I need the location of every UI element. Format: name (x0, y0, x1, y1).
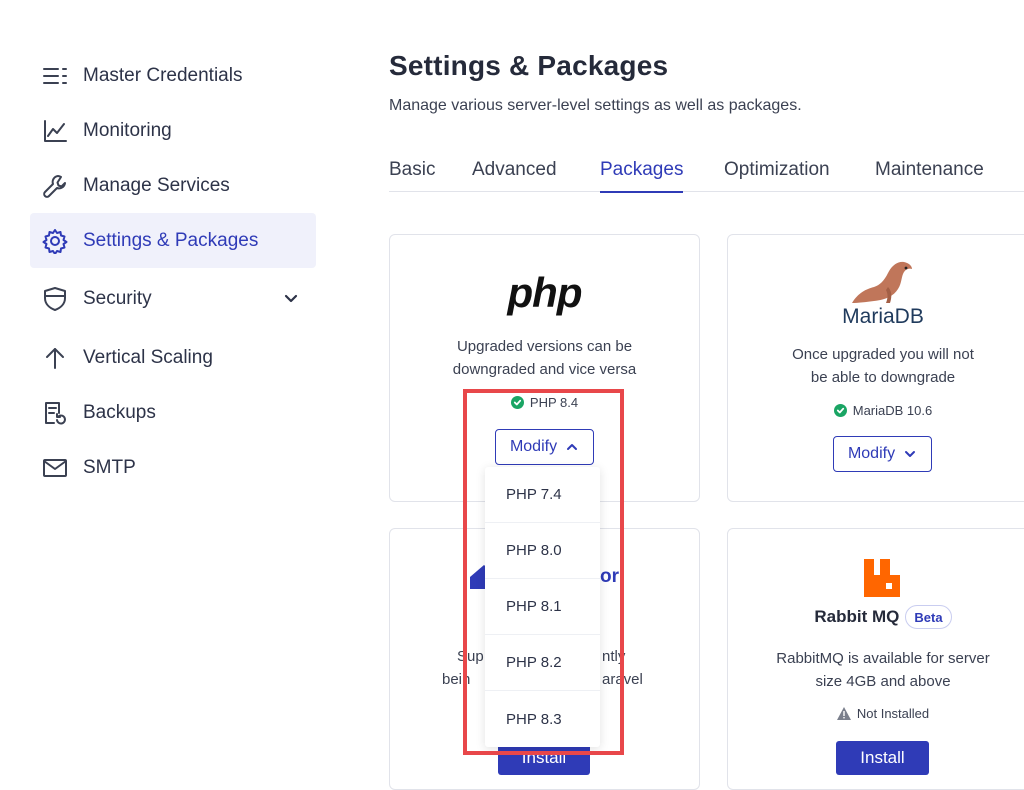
php-status: PHP 8.4 (390, 395, 699, 410)
php-modify-button[interactable]: Modify (495, 429, 594, 465)
mail-icon (42, 455, 68, 481)
sidebar-item-label: Backups (83, 401, 156, 423)
tab-advanced[interactable]: Advanced (472, 159, 557, 191)
mariadb-desc-line1: Once upgraded you will not (792, 346, 974, 363)
mariadb-card: MariaDB Once upgraded you will not be ab… (727, 234, 1024, 502)
sidebar-item-monitoring[interactable]: Monitoring (30, 103, 316, 158)
wrench-icon (42, 173, 68, 199)
supervisor-desc-fragment: ntly (602, 648, 626, 665)
rabbitmq-install-status: Not Installed (856, 706, 930, 721)
tab-optimization[interactable]: Optimization (724, 159, 830, 191)
sidebar-item-vertical-scaling[interactable]: Vertical Scaling (30, 330, 316, 385)
sidebar: Master Credentials Monitoring Manage Ser… (30, 48, 316, 495)
beta-badge: Beta (905, 605, 952, 629)
dropdown-option-php-7-4[interactable]: PHP 7.4 (485, 467, 600, 523)
warning-icon (836, 707, 851, 720)
sidebar-item-label: Manage Services (83, 174, 230, 196)
sidebar-item-label: SMTP (83, 456, 136, 478)
sidebar-item-label: Master Credentials (83, 64, 243, 86)
tab-maintenance[interactable]: Maintenance (875, 159, 984, 191)
check-circle-icon (833, 404, 847, 417)
sidebar-item-label: Security (83, 287, 152, 309)
chevron-down-icon[interactable] (282, 290, 300, 308)
dropdown-option-php-8-0[interactable]: PHP 8.0 (485, 523, 600, 579)
sidebar-item-master-credentials[interactable]: Master Credentials (30, 48, 316, 103)
mariadb-version: MariaDB 10.6 (852, 403, 933, 418)
shield-icon (42, 286, 68, 312)
arrow-up-icon (42, 345, 68, 371)
chevron-up-icon (565, 440, 579, 454)
sidebar-item-label: Monitoring (83, 119, 172, 141)
page-title: Settings & Packages (389, 50, 669, 81)
check-circle-icon (510, 396, 524, 409)
chevron-down-icon (903, 447, 917, 461)
php-logo: php (507, 269, 583, 316)
supervisor-desc-fragment: bein (442, 671, 471, 688)
sidebar-item-settings-packages[interactable]: Settings & Packages (30, 213, 316, 268)
list-icon (42, 63, 68, 89)
sidebar-item-security[interactable]: Security (30, 271, 316, 326)
page-subtitle: Manage various server-level settings as … (389, 97, 802, 114)
sidebar-item-label: Vertical Scaling (83, 346, 213, 368)
rabbitmq-title: Rabbit MQ (814, 607, 900, 626)
mariadb-logo-text: MariaDB (842, 305, 924, 328)
dropdown-option-php-8-1[interactable]: PHP 8.1 (485, 579, 600, 635)
mariadb-desc-line2: be able to downgrade (810, 369, 956, 386)
gear-icon (42, 228, 68, 254)
sidebar-item-smtp[interactable]: SMTP (30, 440, 316, 495)
php-modify-label: Modify (509, 438, 558, 455)
sidebar-item-label: Settings & Packages (83, 229, 259, 251)
dropdown-option-php-8-2[interactable]: PHP 8.2 (485, 635, 600, 691)
mariadb-modify-label: Modify (847, 445, 896, 462)
backup-icon (42, 400, 68, 426)
mariadb-status: MariaDB 10.6 (728, 403, 1024, 418)
rabbitmq-card: Rabbit MQ Beta RabbitMQ is available for… (727, 528, 1024, 790)
rabbitmq-description: RabbitMQ is available for server size 4G… (728, 647, 1024, 693)
tab-basic[interactable]: Basic (389, 159, 435, 191)
sidebar-item-backups[interactable]: Backups (30, 385, 316, 440)
mariadb-description: Once upgraded you will not be able to do… (728, 343, 1024, 389)
php-card: php Upgraded versions can be downgraded … (389, 234, 700, 502)
php-version: PHP 8.4 (529, 395, 579, 410)
supervisor-title-fragment: or (600, 566, 619, 587)
supervisor-desc-fragment: Sup (457, 648, 484, 665)
mariadb-seal-icon (848, 261, 918, 307)
chart-line-icon (42, 118, 68, 144)
sidebar-item-manage-services[interactable]: Manage Services (30, 158, 316, 213)
rabbitmq-logo-icon (864, 559, 900, 597)
php-desc-line1: Upgraded versions can be (456, 338, 633, 355)
mariadb-modify-button[interactable]: Modify (833, 436, 932, 472)
php-desc-line2: downgraded and vice versa (452, 361, 637, 378)
rabbitmq-desc-line1: RabbitMQ is available for server (776, 650, 990, 667)
tab-packages[interactable]: Packages (600, 159, 684, 193)
php-version-dropdown: PHP 7.4 PHP 8.0 PHP 8.1 PHP 8.2 PHP 8.3 (485, 467, 600, 747)
rabbitmq-install-button[interactable]: Install (836, 741, 929, 775)
php-description: Upgraded versions can be downgraded and … (390, 335, 699, 381)
dropdown-option-php-8-3[interactable]: PHP 8.3 (485, 691, 600, 747)
supervisor-desc-fragment: aravel (602, 671, 643, 688)
tab-bar: Basic Advanced Packages Optimization Mai… (389, 155, 1024, 193)
rabbitmq-status: Not Installed (728, 706, 1024, 721)
rabbitmq-desc-line2: size 4GB and above (815, 673, 951, 690)
rabbitmq-title-row: Rabbit MQ Beta (728, 605, 1024, 629)
